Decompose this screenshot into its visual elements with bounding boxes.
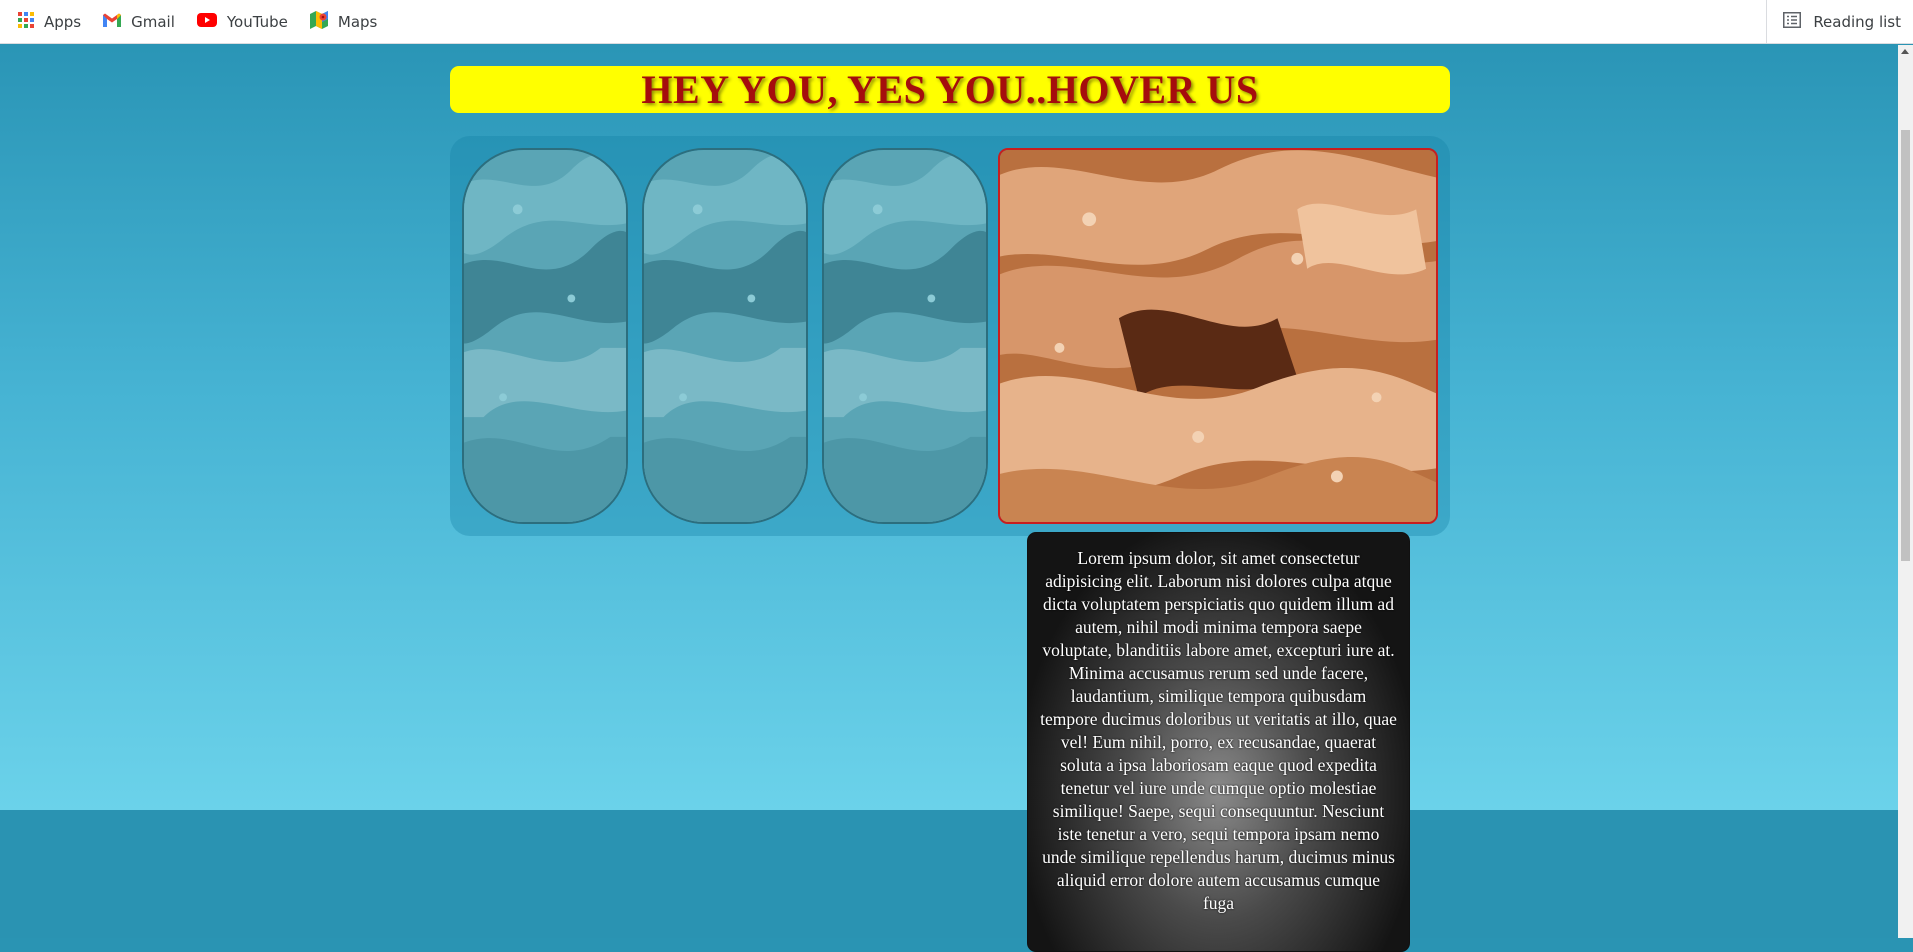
rose-image (1000, 150, 1436, 522)
page-footer-band (0, 810, 1898, 938)
bookmark-label: YouTube (226, 12, 288, 31)
bookmark-gmail[interactable]: Gmail (91, 6, 185, 38)
rose-image (464, 150, 626, 522)
reading-list-button[interactable]: Reading list (1766, 0, 1913, 44)
scroll-up-icon[interactable] (1901, 49, 1909, 54)
scrollbar-thumb[interactable] (1901, 130, 1910, 561)
bookmark-youtube[interactable]: YouTube (185, 6, 298, 38)
bookmark-apps[interactable]: Apps (0, 6, 91, 38)
rose-image (824, 150, 986, 522)
vertical-scrollbar[interactable] (1898, 45, 1913, 938)
banner-title: HEY YOU, YES YOU..HOVER US (641, 67, 1259, 112)
image-gallery (450, 136, 1450, 536)
apps-grid-icon (18, 11, 34, 32)
maps-icon (309, 10, 328, 33)
bookmark-label: Maps (337, 12, 378, 31)
bookmarks-bar: Apps Gmail YouTube Maps Reading list (0, 0, 1913, 44)
bookmark-label: Apps (44, 12, 82, 31)
gmail-icon (103, 13, 122, 31)
reading-list-label: Reading list (1813, 13, 1901, 31)
hover-banner: HEY YOU, YES YOU..HOVER US (450, 66, 1450, 113)
gallery-card-1[interactable] (462, 148, 628, 524)
gallery-card-4-hovered[interactable] (998, 148, 1438, 524)
youtube-icon (196, 12, 217, 31)
bookmark-maps[interactable]: Maps (298, 6, 387, 38)
description-text: Lorem ipsum dolor, sit amet consectetur … (1040, 548, 1397, 913)
gallery-card-3[interactable] (822, 148, 988, 524)
bookmark-label: Gmail (131, 12, 175, 31)
gallery-card-2[interactable] (642, 148, 808, 524)
reading-list-icon (1783, 12, 1802, 32)
image-description-panel: Lorem ipsum dolor, sit amet consectetur … (1027, 532, 1410, 952)
rose-image (644, 150, 806, 522)
